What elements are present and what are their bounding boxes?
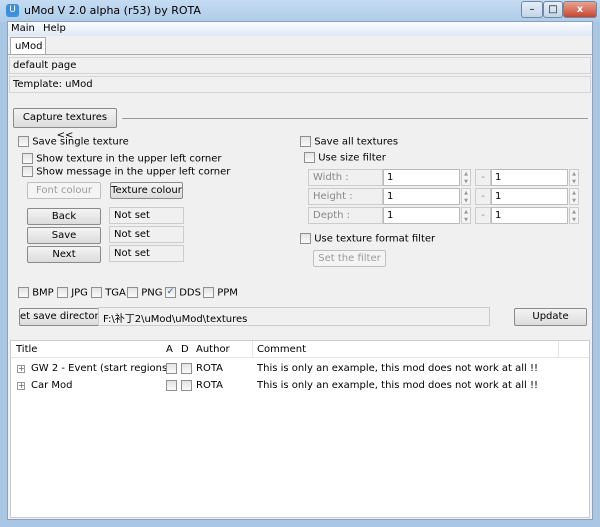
save-single-checkbox[interactable]: Save single texture: [18, 136, 129, 148]
mod-comment: This is only an example, this mod does n…: [257, 363, 539, 374]
close-button[interactable]: x: [563, 1, 597, 18]
header-comment[interactable]: Comment: [257, 344, 306, 355]
depth-max-input[interactable]: 1: [491, 207, 568, 224]
mod-comment: This is only an example, this mod does n…: [257, 380, 539, 391]
use-format-filter-checkbox[interactable]: Use texture format filter: [300, 233, 435, 245]
texture-colour-button[interactable]: Texture colour: [110, 182, 183, 199]
format-tga-checkbox[interactable]: TGA: [91, 287, 126, 299]
menu-help[interactable]: Help: [43, 23, 66, 34]
format-label: BMP: [32, 287, 54, 299]
show-message-checkbox[interactable]: Show message in the upper left corner: [22, 166, 230, 178]
next-key-value: Not set: [109, 245, 184, 262]
use-format-filter-label: Use texture format filter: [314, 233, 436, 245]
use-size-filter-label: Use size filter: [318, 152, 386, 164]
save-key-value: Not set: [109, 226, 184, 243]
expand-icon[interactable]: +: [17, 365, 25, 373]
height-max-input[interactable]: 1: [491, 188, 568, 205]
height-max-spinner[interactable]: ▲ ▼: [569, 188, 579, 205]
mod-title: GW 2 - Event (start regions): [31, 363, 172, 374]
next-key-button[interactable]: Next: [27, 246, 101, 263]
header-title[interactable]: Title: [16, 344, 37, 355]
save-all-checkbox[interactable]: Save all textures: [300, 136, 398, 148]
title-bar: U uMod V 2.0 alpha (r53) by ROTA – □ x: [0, 0, 600, 22]
height-min-input[interactable]: 1: [383, 188, 460, 205]
header-d[interactable]: D: [181, 344, 189, 355]
format-label: TGA: [105, 287, 126, 299]
mod-author: ROTA: [196, 363, 223, 374]
mod-author: ROTA: [196, 380, 223, 391]
width-label: Width :: [308, 169, 383, 186]
font-colour-button[interactable]: Font colour: [27, 182, 101, 199]
format-png-checkbox[interactable]: PNG: [127, 287, 162, 299]
show-message-label: Show message in the upper left corner: [36, 166, 231, 178]
width-min-input[interactable]: 1: [383, 169, 460, 186]
use-size-filter-checkbox[interactable]: Use size filter: [304, 152, 386, 164]
template-label: Template: uMod: [9, 76, 591, 93]
format-label: DDS: [179, 287, 201, 299]
show-texture-label: Show texture in the upper left corner: [36, 153, 222, 165]
header-author[interactable]: Author: [196, 344, 230, 355]
format-label: PPM: [217, 287, 238, 299]
format-bmp-checkbox[interactable]: BMP: [18, 287, 54, 299]
save-all-label: Save all textures: [314, 136, 399, 148]
back-key-value: Not set: [109, 207, 184, 224]
capture-textures-button[interactable]: Capture textures <<: [13, 108, 117, 141]
back-key-button[interactable]: Back: [27, 208, 101, 225]
save-single-label: Save single texture: [32, 136, 129, 148]
set-filter-button[interactable]: Set the filter: [313, 250, 386, 267]
save-directory-path: F:\补丁2\uMod\uMod\textures: [98, 307, 490, 326]
menu-main[interactable]: Main: [11, 23, 35, 34]
update-button[interactable]: Update: [514, 308, 587, 326]
width-dash: -: [475, 169, 491, 186]
expand-icon[interactable]: +: [17, 382, 25, 390]
format-ppm-checkbox[interactable]: PPM: [203, 287, 238, 299]
window-title: uMod V 2.0 alpha (r53) by ROTA: [24, 4, 201, 17]
app-icon: U: [6, 4, 19, 17]
header-a[interactable]: A: [166, 344, 173, 355]
activate-checkbox[interactable]: [166, 363, 177, 374]
minimize-button[interactable]: –: [521, 1, 543, 18]
maximize-button[interactable]: □: [543, 1, 563, 18]
height-min-spinner[interactable]: ▲ ▼: [461, 188, 471, 205]
set-save-directory-button[interactable]: et save director: [19, 308, 99, 326]
show-texture-checkbox[interactable]: Show texture in the upper left corner: [22, 153, 222, 165]
depth-max-spinner[interactable]: ▲ ▼: [569, 207, 579, 224]
client-area: Main Help uMod default page Template: uM…: [7, 21, 593, 520]
save-key-button[interactable]: Save: [27, 227, 101, 244]
mod-title: Car Mod: [31, 380, 73, 391]
width-max-spinner[interactable]: ▲ ▼: [569, 169, 579, 186]
format-label: JPG: [71, 287, 88, 299]
width-max-input[interactable]: 1: [491, 169, 568, 186]
format-jpg-checkbox[interactable]: JPG: [57, 287, 88, 299]
width-min-spinner[interactable]: ▲ ▼: [461, 169, 471, 186]
deactivate-checkbox[interactable]: [181, 380, 192, 391]
table-row[interactable]: + Car Mod ROTA This is only an example, …: [11, 379, 589, 395]
table-row[interactable]: + GW 2 - Event (start regions) ROTA This…: [11, 362, 589, 378]
format-label: PNG: [141, 287, 163, 299]
mod-list: Title A D Author Comment + GW 2 - Event …: [10, 340, 590, 518]
tab-umod[interactable]: uMod: [10, 37, 46, 55]
page-name: default page: [9, 57, 591, 74]
depth-dash: -: [475, 207, 491, 224]
height-dash: -: [475, 188, 491, 205]
depth-min-spinner[interactable]: ▲ ▼: [461, 207, 471, 224]
menu-bar: Main Help: [8, 22, 592, 36]
activate-checkbox[interactable]: [166, 380, 177, 391]
height-label: Height :: [308, 188, 383, 205]
deactivate-checkbox[interactable]: [181, 363, 192, 374]
format-dds-checkbox[interactable]: ✓ DDS: [165, 287, 201, 299]
depth-label: Depth :: [308, 207, 383, 224]
depth-min-input[interactable]: 1: [383, 207, 460, 224]
